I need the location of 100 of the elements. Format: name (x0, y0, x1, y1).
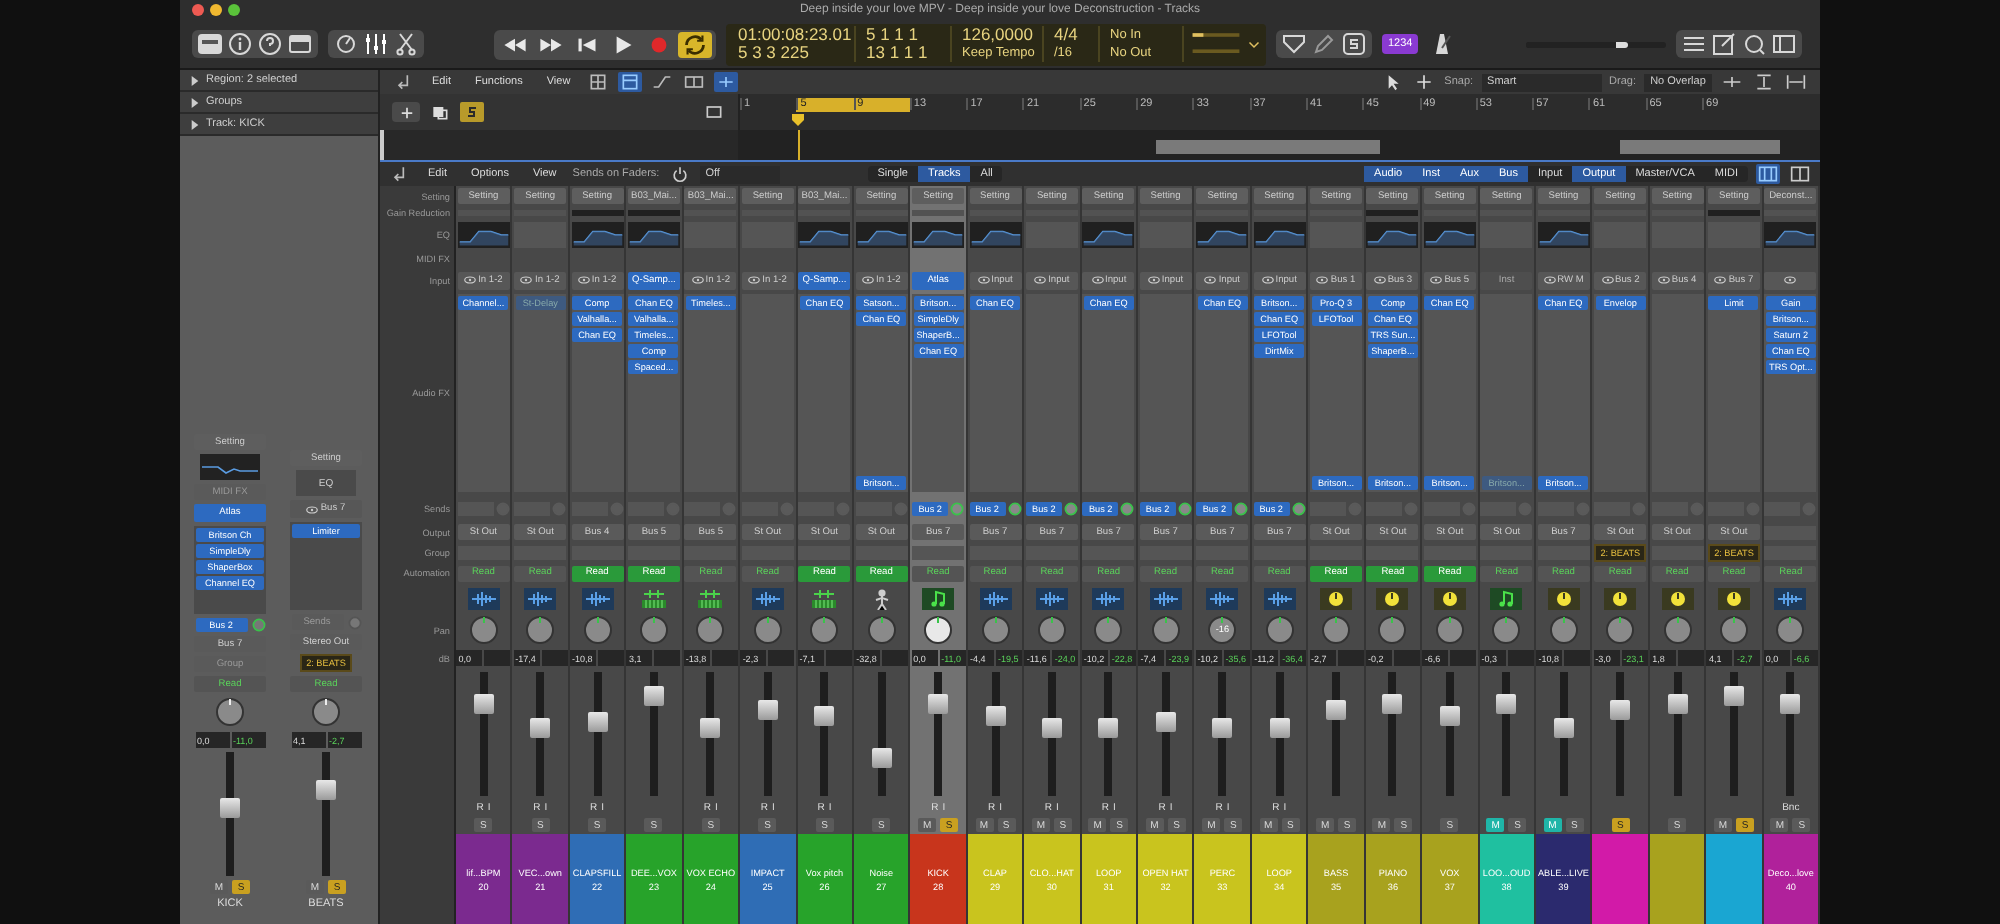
chevron-down-icon[interactable] (1248, 38, 1260, 50)
fader-handle[interactable] (928, 693, 949, 713)
list-icon[interactable] (1680, 32, 1709, 56)
eq-thumbnail[interactable] (798, 221, 851, 247)
crosshair-icon[interactable] (1412, 72, 1437, 92)
eq-thumbnail[interactable] (1025, 221, 1078, 247)
link-icon (1714, 276, 1727, 284)
fader-handle[interactable] (530, 717, 551, 738)
send-knob-icon[interactable] (1007, 501, 1021, 515)
fader-handle[interactable] (1326, 699, 1347, 720)
fit-icon[interactable] (1752, 72, 1776, 92)
pencil-icon[interactable] (1310, 32, 1338, 56)
duplicate-icon[interactable] (428, 102, 452, 122)
time-signature: 4/4 (1054, 26, 1080, 44)
fader-handle[interactable] (1269, 717, 1290, 738)
fader-handle[interactable] (220, 797, 240, 818)
s-tag-icon[interactable] (460, 102, 484, 122)
power-icon[interactable] (667, 164, 692, 184)
fit-width-icon[interactable] (1784, 72, 1808, 92)
name-plate[interactable] (1649, 834, 1705, 924)
close-button[interactable] (192, 4, 204, 16)
fader-handle[interactable] (1212, 717, 1233, 738)
eq-thumbnail[interactable] (1310, 221, 1363, 247)
send-knob-icon[interactable] (1291, 501, 1306, 515)
eq-thumbnail[interactable] (741, 221, 794, 247)
fader-handle[interactable] (1041, 717, 1062, 738)
eq-thumbnail[interactable] (855, 221, 908, 247)
eq-thumbnail[interactable] (912, 221, 965, 247)
send-knob-icon[interactable] (1120, 501, 1135, 515)
minimize-button[interactable] (210, 4, 222, 16)
eq-thumbnail[interactable] (1707, 221, 1760, 247)
fader-handle[interactable] (1553, 717, 1574, 738)
pan-knob[interactable] (922, 614, 955, 646)
eq-thumbnail[interactable] (200, 454, 260, 480)
cycle-region[interactable] (796, 98, 910, 112)
eq-thumbnail[interactable] (1253, 221, 1306, 247)
fader-handle[interactable] (1155, 711, 1176, 732)
fader-handle[interactable] (814, 705, 835, 726)
knob-icon[interactable] (332, 32, 360, 56)
eq-thumbnail[interactable] (1366, 221, 1419, 247)
eq-thumbnail[interactable] (627, 221, 680, 247)
eq-thumbnail[interactable] (1764, 221, 1817, 247)
fader-handle[interactable] (700, 717, 721, 738)
eq-thumbnail[interactable] (684, 221, 737, 247)
window-icon[interactable] (618, 72, 643, 92)
send-knob-icon[interactable] (251, 618, 265, 632)
knob-icon (1604, 587, 1637, 609)
fader-handle[interactable] (643, 686, 664, 707)
fader-handle[interactable] (316, 779, 336, 800)
info-icon[interactable] (226, 32, 254, 56)
mixer-icon[interactable] (362, 32, 390, 56)
zoom-button[interactable] (228, 4, 240, 16)
eq-thumbnail[interactable] (969, 221, 1021, 247)
header-toggle-icon[interactable] (702, 102, 726, 122)
eq-thumbnail[interactable] (514, 221, 567, 247)
fader-handle[interactable] (1667, 693, 1688, 713)
send-knob-icon[interactable] (1063, 501, 1078, 515)
toolbar-icon[interactable] (286, 32, 314, 56)
pan-knob[interactable] (1206, 614, 1239, 646)
eq-thumbnail[interactable] (1480, 221, 1533, 247)
fader-handle[interactable] (587, 711, 608, 732)
eq-thumbnail[interactable] (1537, 221, 1590, 247)
eq-thumbnail[interactable] (1082, 221, 1135, 247)
input-slot[interactable] (1764, 271, 1817, 289)
browser-icon[interactable] (1770, 32, 1799, 56)
eq-thumbnail[interactable] (457, 221, 510, 247)
fader-handle[interactable] (1382, 693, 1403, 713)
fader-handle[interactable] (757, 699, 778, 720)
grid-icon[interactable] (586, 72, 611, 92)
library-icon[interactable] (196, 32, 224, 56)
fader-handle[interactable] (1723, 686, 1744, 707)
eq-thumbnail[interactable] (1196, 221, 1249, 247)
solo-icon[interactable] (1340, 32, 1368, 56)
fader-handle[interactable] (473, 693, 494, 713)
fader-handle[interactable] (985, 705, 1005, 726)
add-track-button[interactable] (392, 102, 420, 122)
scissors-icon[interactable] (392, 32, 420, 56)
fader-handle[interactable] (1098, 717, 1119, 738)
fader-handle[interactable] (1439, 705, 1460, 726)
send-knob-icon[interactable] (950, 501, 965, 515)
send-knob-icon[interactable] (1234, 501, 1249, 515)
help-icon[interactable] (256, 32, 284, 56)
cycle-icon[interactable] (678, 31, 712, 57)
fader-handle[interactable] (1610, 699, 1631, 720)
fader-handle[interactable] (1496, 693, 1517, 713)
curve-icon[interactable] (650, 72, 675, 92)
wide-strips-icon[interactable] (1756, 164, 1780, 184)
link-icon (1601, 276, 1613, 284)
fader-handle[interactable] (1780, 693, 1801, 713)
note-pad-icon[interactable] (1710, 32, 1739, 56)
eq-thumbnail[interactable] (1594, 221, 1647, 247)
eq-thumbnail[interactable] (1423, 221, 1476, 247)
send-knob-icon[interactable] (1177, 501, 1192, 515)
fader-handle[interactable] (871, 748, 892, 769)
eq-thumbnail[interactable] (1139, 221, 1192, 247)
eq-thumbnail[interactable] (571, 221, 624, 247)
eq-thumbnail[interactable] (1651, 221, 1704, 247)
split-icon[interactable] (682, 72, 707, 92)
playhead-icon[interactable] (792, 114, 804, 126)
narrow-strips-icon[interactable] (1788, 164, 1812, 184)
